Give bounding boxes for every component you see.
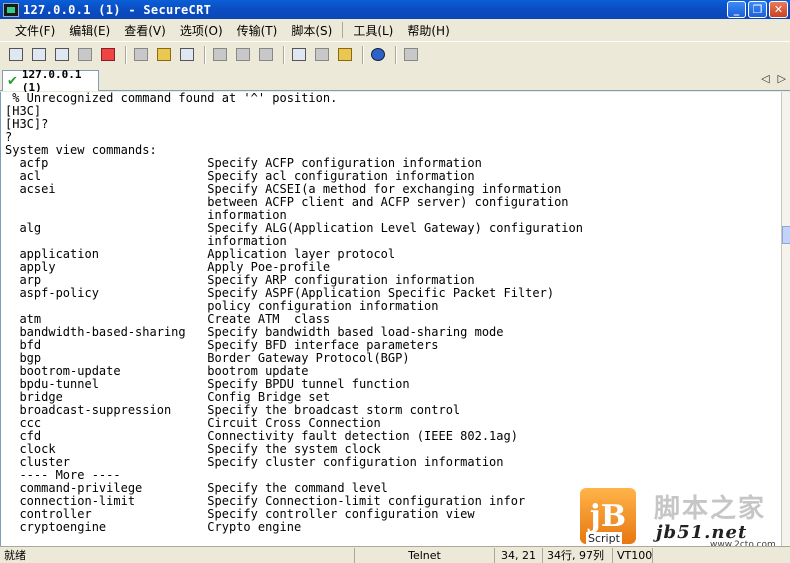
toolbar-divider	[395, 45, 397, 64]
scrollbar-thumb[interactable]	[782, 226, 790, 244]
toolbar-divider	[283, 45, 285, 64]
terminal-line: cryptoengine Crypto engine	[5, 520, 302, 534]
paste-icon[interactable]	[154, 45, 174, 65]
title-bar: 127.0.0.1 (1) - SecureCRT _ ❐ ✕	[0, 0, 790, 19]
print-icon[interactable]	[256, 45, 276, 65]
menu-options[interactable]: 选项(O)	[173, 22, 230, 39]
copy-icon[interactable]	[131, 45, 151, 65]
help-icon[interactable]	[368, 45, 388, 65]
terminal-view[interactable]: % Unrecognized command found at '^' posi…	[0, 92, 781, 546]
connected-check-icon: ✔	[7, 73, 18, 89]
menu-view[interactable]: 查看(V)	[117, 22, 173, 39]
session-tab[interactable]: ✔ 127.0.0.1 (1)	[2, 68, 99, 94]
global-options-icon[interactable]	[312, 45, 332, 65]
print-selection-icon[interactable]	[233, 45, 253, 65]
status-cursor-position: 34, 21	[495, 547, 543, 563]
window-title: 127.0.0.1 (1) - SecureCRT	[23, 2, 212, 17]
close-button[interactable]: ✕	[769, 1, 788, 18]
menu-bar: 文件(F) 编辑(E) 查看(V) 选项(O) 传输(T) 脚本(S) 工具(L…	[0, 19, 790, 41]
menu-transfer[interactable]: 传输(T)	[230, 22, 285, 39]
menu-divider	[342, 22, 344, 38]
menu-script[interactable]: 脚本(S)	[284, 22, 339, 39]
tab-nav: ◁ ▷	[761, 72, 786, 85]
status-terminal-type: VT100	[613, 547, 653, 563]
keymap-icon[interactable]	[401, 45, 421, 65]
key-generation-icon[interactable]	[335, 45, 355, 65]
securecrt-app-icon[interactable]	[3, 2, 19, 17]
menu-edit[interactable]: 编辑(E)	[62, 22, 117, 39]
print-setup-icon[interactable]	[210, 45, 230, 65]
tab-scroll-left-icon[interactable]: ◁	[761, 72, 769, 85]
terminal-output: % Unrecognized command found at '^' posi…	[1, 92, 781, 534]
session-tab-bar: ✔ 127.0.0.1 (1) ◁ ▷	[0, 67, 790, 94]
toolbar-divider	[204, 45, 206, 64]
terminal-line: [H3C]?	[5, 117, 49, 131]
maximize-button[interactable]: ❐	[748, 1, 767, 18]
toolbar-divider	[362, 45, 364, 64]
status-bar: 就绪 Telnet 34, 21 34行, 97列 VT100	[0, 546, 790, 563]
terminal-line: [H3C]	[5, 104, 42, 118]
menu-file[interactable]: 文件(F)	[8, 22, 62, 39]
disconnect-icon[interactable]	[98, 45, 118, 65]
status-rows-cols: 34行, 97列	[543, 547, 613, 563]
session-tab-label: 127.0.0.1 (1)	[21, 68, 82, 94]
connect-icon[interactable]	[6, 45, 26, 65]
connect-tab-icon[interactable]	[52, 45, 72, 65]
menu-help[interactable]: 帮助(H)	[400, 22, 456, 39]
minimize-button[interactable]: _	[727, 1, 746, 18]
toolbar-divider	[125, 45, 127, 64]
status-protocol: Telnet	[355, 547, 495, 563]
terminal-line: % Unrecognized command found at '^' posi…	[5, 92, 338, 105]
reconnect-icon[interactable]	[75, 45, 95, 65]
tab-scroll-right-icon[interactable]: ▷	[778, 72, 786, 85]
vertical-scrollbar[interactable]	[781, 92, 790, 546]
toolbar	[0, 41, 790, 67]
window-controls: _ ❐ ✕	[727, 1, 788, 18]
terminal-line: cluster Specify cluster configuration in…	[5, 455, 504, 469]
status-ready: 就绪	[0, 547, 355, 563]
menu-tools[interactable]: 工具(L)	[346, 22, 400, 39]
quick-connect-icon[interactable]	[29, 45, 49, 65]
session-options-icon[interactable]	[289, 45, 309, 65]
find-icon[interactable]	[177, 45, 197, 65]
